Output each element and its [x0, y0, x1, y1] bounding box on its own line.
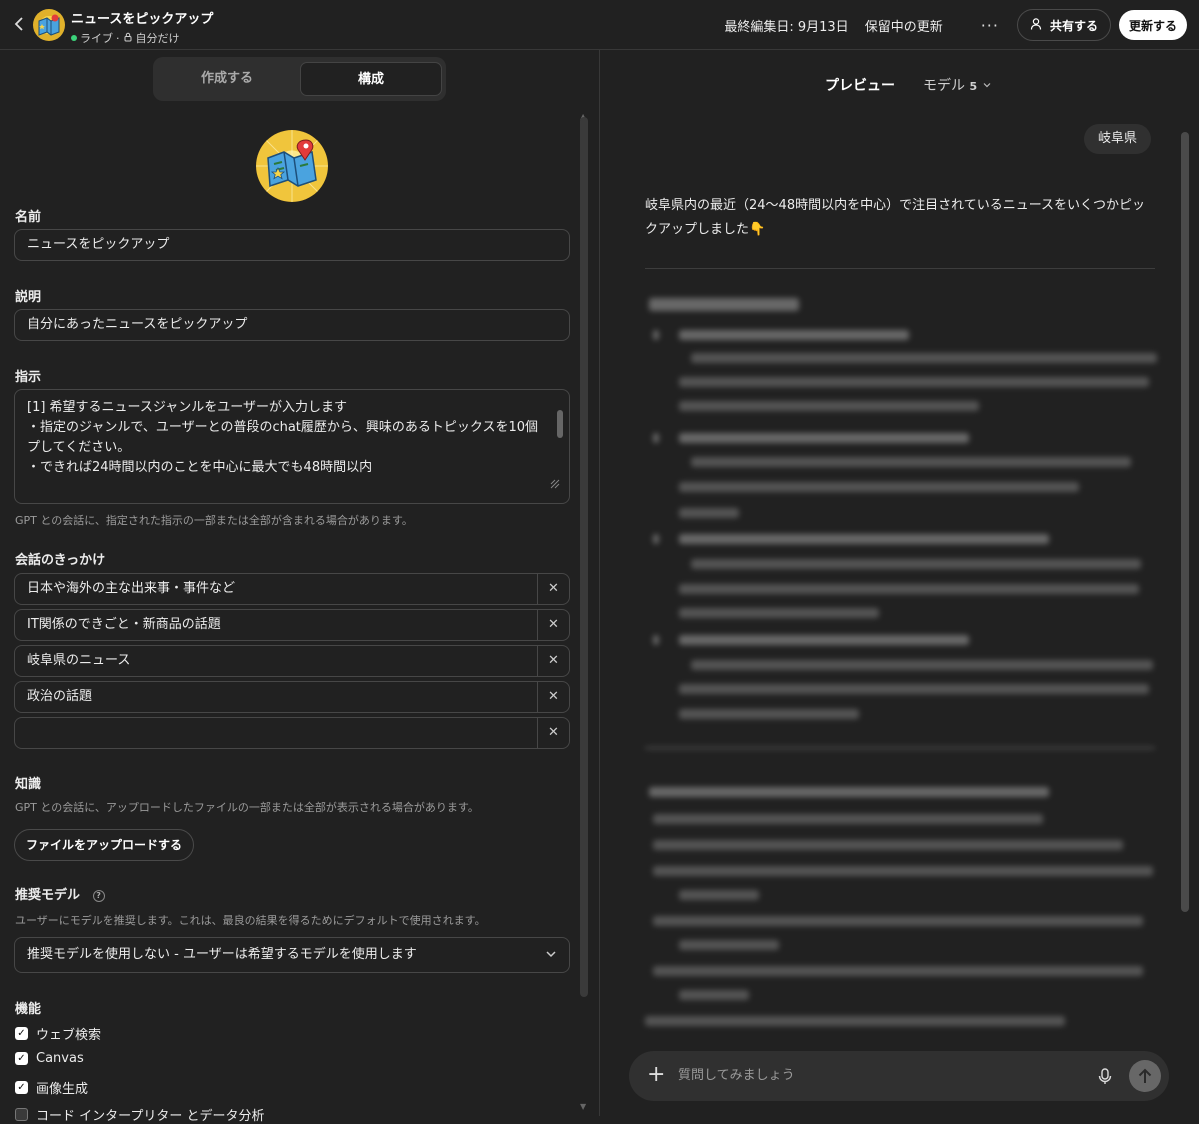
tab-create[interactable]: 作成する	[157, 62, 297, 96]
capability-canvas[interactable]: ✓ Canvas	[15, 1051, 84, 1066]
starter-item[interactable]: 政治の話題 ✕	[14, 681, 570, 713]
model-label-row: 推奨モデル ?	[15, 884, 105, 903]
preview-title: プレビュー	[825, 78, 895, 94]
name-input[interactable]: ニュースをピックアップ	[14, 229, 570, 261]
capability-label: 画像生成	[36, 1082, 89, 1097]
description-label: 説明	[15, 290, 42, 305]
checkbox-unchecked-icon[interactable]	[15, 1108, 28, 1121]
resize-handle-icon[interactable]	[549, 477, 561, 497]
editor-panel: 作成する 構成 名前 ニュースをピックアップ 説明 自分にあったニュースをピック…	[0, 50, 600, 1124]
recommended-model-select[interactable]: 推奨モデルを使用しない - ユーザーは希望するモデルを使用します	[14, 937, 570, 973]
status-label: ライブ	[80, 32, 113, 45]
model-version: 5	[969, 80, 978, 93]
close-icon[interactable]: ✕	[537, 682, 569, 712]
more-options-button[interactable]: ···	[981, 16, 999, 35]
starter-text: 日本や海外の主な出来事・事件など	[27, 581, 236, 596]
model-selector[interactable]: モデル 5	[923, 75, 992, 95]
blurred-content	[645, 290, 1157, 1050]
starters-label: 会話のきっかけ	[15, 553, 106, 568]
name-label: 名前	[15, 210, 42, 225]
starter-item[interactable]: 日本や海外の主な出来事・事件など ✕	[14, 573, 570, 605]
model-label: モデル	[923, 78, 965, 94]
tab-configure[interactable]: 構成	[300, 62, 442, 96]
instructions-textarea[interactable]: [1] 希望するニュースジャンルをユーザーが入力します ・指定のジャンルで、ユー…	[14, 389, 570, 504]
last-edited: 最終編集日: 9月13日	[724, 19, 849, 35]
mode-tabs: 作成する 構成	[153, 57, 446, 101]
divider	[645, 268, 1155, 269]
chevron-down-icon	[982, 78, 992, 94]
upload-files-button[interactable]: ファイルをアップロードする	[14, 829, 195, 861]
close-icon[interactable]: ✕	[537, 574, 569, 604]
share-button[interactable]: 共有する	[1016, 9, 1111, 41]
live-dot-icon	[71, 35, 77, 41]
capabilities-label: 機能	[15, 1002, 42, 1017]
gpt-status: ライブ · 自分だけ	[71, 30, 213, 46]
user-message: 岐阜県	[1084, 124, 1152, 154]
preview-scrollbar[interactable]	[1181, 132, 1189, 912]
chevron-left-icon[interactable]	[12, 14, 28, 36]
capability-label: コード インタープリター とデータ分析	[36, 1109, 265, 1124]
assistant-answer: 岐阜県内の最近（24〜48時間以内を中心）で注目されているニュースをいくつかピッ…	[645, 198, 1146, 237]
user-plus-icon	[1030, 17, 1044, 34]
instruction-line: プしてください。	[27, 440, 131, 455]
share-label: 共有する	[1049, 18, 1098, 33]
instructions-hint: GPT との会話に、指定された指示の一部または全部が含まれる場合があります。	[15, 514, 413, 527]
starter-item[interactable]: 岐阜県のニュース ✕	[14, 645, 570, 677]
knowledge-hint: GPT との会話に、アップロードしたファイルの一部または全部が表示される場合があ…	[15, 801, 479, 814]
checkbox-checked-icon[interactable]: ✓	[15, 1052, 28, 1065]
help-icon[interactable]: ?	[92, 889, 105, 902]
top-bar: ニュースをピックアップ ライブ · 自分だけ 最終編集日: 9月13日 保留中の…	[0, 0, 1199, 50]
instructions-label: 指示	[15, 370, 42, 385]
description-input[interactable]: 自分にあったニュースをピックアップ	[14, 309, 570, 341]
instruction-line: ・できれば24時間以内のことを中心に最大でも48時間以内	[27, 460, 373, 475]
capability-image-gen[interactable]: ✓ 画像生成	[15, 1078, 88, 1097]
checkbox-checked-icon[interactable]: ✓	[15, 1027, 28, 1040]
lock-icon	[123, 32, 133, 45]
microphone-icon[interactable]	[1095, 1066, 1115, 1086]
plus-icon[interactable]: +	[647, 1062, 665, 1088]
pending-updates[interactable]: 保留中の更新	[865, 16, 943, 35]
capability-code[interactable]: コード インタープリター とデータ分析	[15, 1105, 265, 1124]
composer-input[interactable]: 質問してみましょう	[678, 1051, 795, 1101]
instruction-line: [1] 希望するニュースジャンルをユーザーが入力します	[27, 400, 347, 415]
capability-web-search[interactable]: ✓ ウェブ検索	[15, 1024, 101, 1043]
textarea-scrollbar[interactable]	[557, 410, 563, 438]
close-icon[interactable]: ✕	[537, 610, 569, 640]
capability-label: Canvas	[36, 1051, 84, 1066]
starter-text: 岐阜県のニュース	[27, 653, 131, 668]
chevron-down-icon	[545, 938, 557, 985]
capability-label: ウェブ検索	[36, 1028, 102, 1043]
checkbox-checked-icon[interactable]: ✓	[15, 1081, 28, 1094]
arrow-up-icon[interactable]	[1129, 1060, 1161, 1092]
model-label: 推奨モデル	[15, 888, 81, 903]
close-icon[interactable]: ✕	[537, 646, 569, 676]
gpt-title: ニュースをピックアップ	[71, 12, 214, 27]
close-icon[interactable]: ✕	[537, 718, 569, 748]
instruction-line: ・指定のジャンルで、ユーザーとの普段のchat履歴から、興味のあるトピックスを1…	[27, 420, 539, 435]
update-button[interactable]: 更新する	[1118, 10, 1187, 40]
starter-item-empty[interactable]: ✕	[14, 717, 570, 749]
gpt-avatar-small	[33, 9, 65, 41]
visibility-label: 自分だけ	[135, 32, 180, 45]
preview-panel: プレビュー モデル 5 岐阜県 岐阜県内の最近（24〜48時間以内を中心）で注目…	[601, 50, 1199, 1116]
scroll-down-icon[interactable]: ▼	[580, 1102, 586, 1111]
starter-text: 政治の話題	[27, 689, 93, 704]
starter-item[interactable]: IT関係のできごと・新商品の話題 ✕	[14, 609, 570, 641]
editor-scrollbar[interactable]	[580, 117, 588, 997]
select-value: 推奨モデルを使用しない - ユーザーは希望するモデルを使用します	[27, 947, 417, 962]
message-composer[interactable]: + 質問してみましょう	[629, 1051, 1169, 1101]
gpt-avatar[interactable]	[256, 130, 328, 202]
model-hint: ユーザーにモデルを推奨します。これは、最良の結果を得るためにデフォルトで使用され…	[15, 914, 486, 927]
knowledge-label: 知識	[15, 777, 42, 792]
starter-text: IT関係のできごと・新商品の話題	[27, 617, 221, 632]
